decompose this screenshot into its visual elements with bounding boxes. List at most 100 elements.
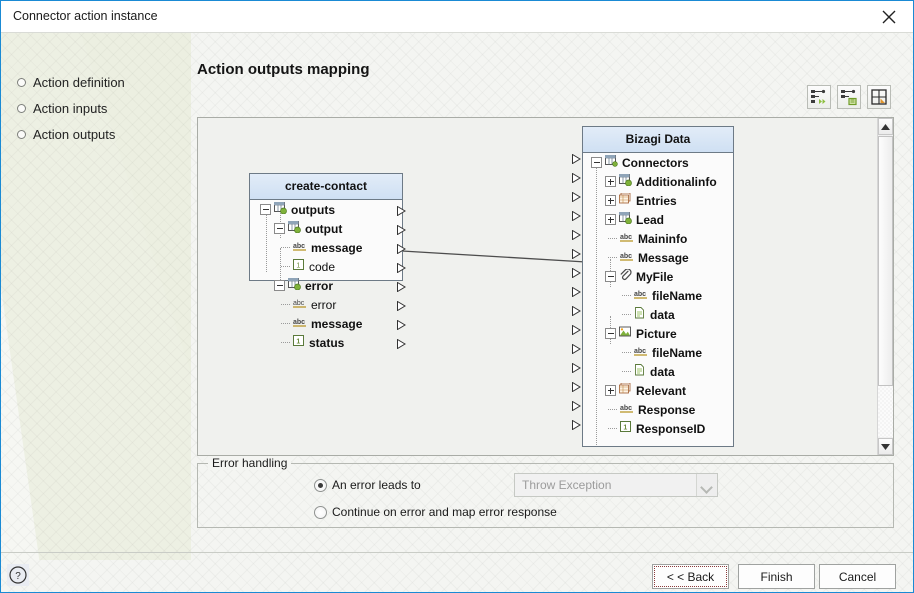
tree-node-error-message[interactable]: abc message <box>250 314 402 333</box>
tree-node-lead[interactable]: Lead <box>583 210 733 229</box>
input-port-picture[interactable] <box>572 325 581 335</box>
tree-node-additionalinfo[interactable]: Additionalinfo <box>583 172 733 191</box>
tree-node-label: code <box>309 259 336 274</box>
output-port-message[interactable] <box>397 244 406 254</box>
tree-node-myfile-data[interactable]: data <box>583 305 733 324</box>
output-port-code[interactable] <box>397 263 406 273</box>
tree-node-status[interactable]: 1 status <box>250 333 402 352</box>
tree-branch-line <box>608 233 620 244</box>
tree-node-myfile[interactable]: MyFile <box>583 267 733 286</box>
radio-continue-on-error[interactable]: Continue on error and map error response <box>314 505 557 519</box>
collapse-toggle-icon[interactable] <box>605 271 616 282</box>
sidebar-item-action-outputs[interactable]: Action outputs <box>17 127 115 142</box>
expand-toggle-icon[interactable] <box>605 195 616 206</box>
tree-node-response[interactable]: abc Response <box>583 400 733 419</box>
sidebar-item-action-inputs[interactable]: Action inputs <box>17 101 107 116</box>
tree-node-error-group[interactable]: error <box>250 276 402 295</box>
collapse-toggle-icon[interactable] <box>274 280 285 291</box>
target-node-title: Bizagi Data <box>583 127 733 153</box>
output-port-outputs[interactable] <box>397 206 406 216</box>
input-port-response[interactable] <box>572 401 581 411</box>
close-icon[interactable] <box>867 1 913 32</box>
collapse-toggle-icon[interactable] <box>260 204 271 215</box>
input-port-connectors[interactable] <box>572 154 581 164</box>
tree-branch-line <box>608 404 620 415</box>
map-element-icon[interactable] <box>837 85 861 109</box>
svg-text:abc: abc <box>293 319 305 326</box>
collapse-toggle-icon[interactable] <box>605 328 616 339</box>
tree-node-maininfo[interactable]: abc Maininfo <box>583 229 733 248</box>
fit-to-window-icon[interactable] <box>867 85 891 109</box>
scroll-down-icon[interactable] <box>878 438 893 455</box>
tree-node-error[interactable]: abc error <box>250 295 402 314</box>
input-port-lead[interactable] <box>572 211 581 221</box>
target-node-bizagi-data[interactable]: Bizagi Data Connectors Additionalinfo En… <box>582 126 734 447</box>
collection-icon <box>619 212 632 227</box>
collapse-toggle-icon[interactable] <box>274 223 285 234</box>
tree-node-myfile-filename[interactable]: abc fileName <box>583 286 733 305</box>
cancel-button[interactable]: Cancel <box>819 564 896 589</box>
input-port-entries[interactable] <box>572 192 581 202</box>
input-port-myfile-data[interactable] <box>572 306 581 316</box>
input-port-myfile[interactable] <box>572 268 581 278</box>
tree-node-label: ResponseID <box>636 421 706 436</box>
tree-node-connectors[interactable]: Connectors <box>583 153 733 172</box>
collapse-toggle-icon[interactable] <box>591 157 602 168</box>
tree-node-outputs[interactable]: outputs <box>250 200 402 219</box>
back-button[interactable]: < < Back <box>652 564 729 589</box>
output-port-error[interactable] <box>397 301 406 311</box>
tree-node-label: message <box>311 240 363 255</box>
radio-an-error-leads-to[interactable]: An error leads to <box>314 478 421 492</box>
input-port-additionalinfo[interactable] <box>572 173 581 183</box>
scroll-up-icon[interactable] <box>878 118 893 135</box>
input-port-picture-data[interactable] <box>572 363 581 373</box>
error-action-dropdown[interactable]: Throw Exception <box>514 473 718 497</box>
source-node-create-contact[interactable]: create-contact outputs output abc messag… <box>249 173 406 350</box>
radio-icon[interactable] <box>314 505 327 519</box>
tree-node-responseid[interactable]: 1 ResponseID <box>583 419 733 438</box>
expand-toggle-icon[interactable] <box>605 214 616 225</box>
input-port-maininfo[interactable] <box>572 230 581 240</box>
tree-branch-line <box>281 299 293 310</box>
tree-node-output[interactable]: output <box>250 219 402 238</box>
bullet-icon <box>17 104 26 113</box>
chevron-down-icon[interactable] <box>696 474 717 496</box>
expand-toggle-icon[interactable] <box>605 385 616 396</box>
tree-node-message-target[interactable]: abc Message <box>583 248 733 267</box>
mapping-link-message-to-Message[interactable] <box>401 250 587 263</box>
tree-node-label: fileName <box>652 288 703 303</box>
tree-node-entries[interactable]: Entries <box>583 191 733 210</box>
finish-button[interactable]: Finish <box>738 564 815 589</box>
help-icon[interactable]: ? <box>7 564 29 586</box>
tree-node-picture-filename[interactable]: abc fileName <box>583 343 733 362</box>
input-port-myfile-filename[interactable] <box>572 287 581 297</box>
input-port-responseid[interactable] <box>572 420 581 430</box>
tree-node-code[interactable]: 1 code <box>250 257 402 276</box>
auto-map-icon[interactable] <box>807 85 831 109</box>
table-icon <box>619 382 632 398</box>
scrollbar-track[interactable] <box>878 386 893 437</box>
output-port-output[interactable] <box>397 225 406 235</box>
tree-node-message[interactable]: abc message <box>250 238 402 257</box>
tree-node-label: Maininfo <box>638 231 688 246</box>
svg-text:abc: abc <box>634 348 646 355</box>
output-port-status[interactable] <box>397 339 406 349</box>
tree-node-picture-data[interactable]: data <box>583 362 733 381</box>
footer-divider <box>1 552 913 553</box>
tree-node-label: outputs <box>291 202 335 217</box>
expand-toggle-icon[interactable] <box>605 176 616 187</box>
input-port-relevant[interactable] <box>572 382 581 392</box>
mapping-canvas[interactable]: create-contact outputs output abc messag… <box>197 117 894 456</box>
tree-node-relevant[interactable]: Relevant <box>583 381 733 400</box>
sidebar-item-action-definition[interactable]: Action definition <box>17 75 125 90</box>
svg-text:abc: abc <box>620 253 632 260</box>
tree-node-label: output <box>305 221 343 236</box>
canvas-vertical-scrollbar[interactable] <box>877 118 893 455</box>
output-port-error-message[interactable] <box>397 320 406 330</box>
tree-node-picture[interactable]: Picture <box>583 324 733 343</box>
input-port-picture-filename[interactable] <box>572 344 581 354</box>
radio-icon[interactable] <box>314 478 327 492</box>
output-port-error-group[interactable] <box>397 282 406 292</box>
input-port-message[interactable] <box>572 249 581 259</box>
scrollbar-thumb[interactable] <box>878 136 893 386</box>
